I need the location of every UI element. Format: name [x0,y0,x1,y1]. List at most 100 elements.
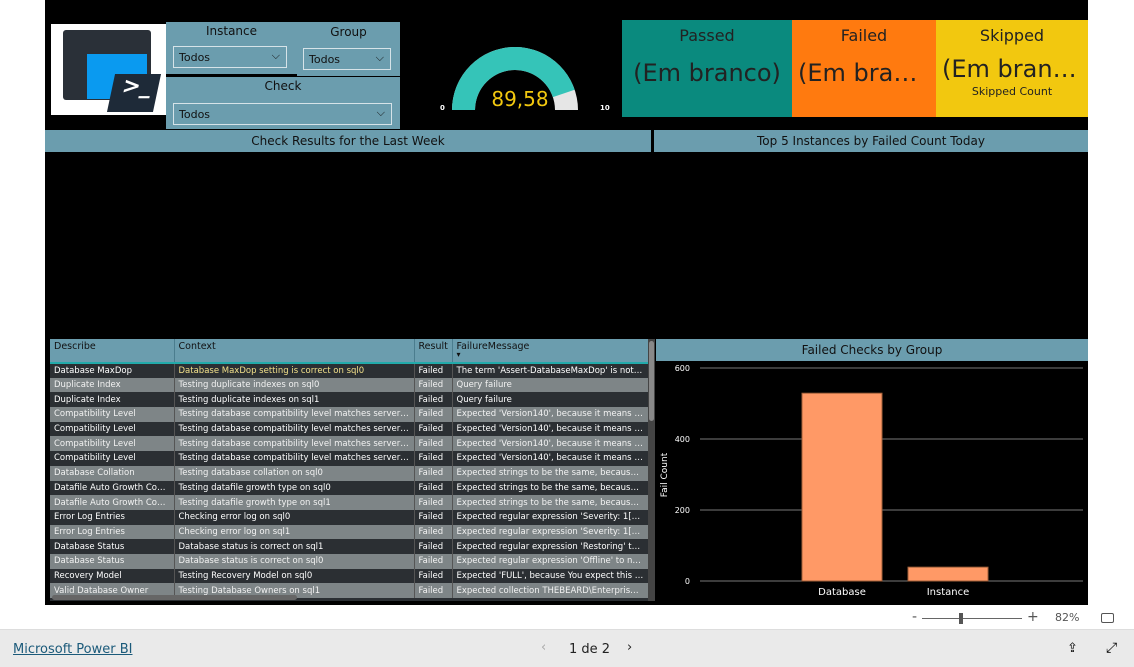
cell-failuremessage: Query failure [452,392,649,408]
cell-result: Failed [414,568,453,584]
cell-result: Failed [414,553,453,569]
cell-failuremessage: Expected 'Version140', because it means … [452,451,649,466]
cell-failuremessage: Expected collection THEBEARD\EnterpriseA… [452,583,649,598]
page-indicator: 1 de 2 [569,642,611,657]
cell-failuremessage: Expected regular expression 'Restoring' … [452,539,649,554]
cell-failuremessage: Expected 'FULL', because You expect this… [452,568,649,584]
cell-context: Testing database compatibility level mat… [174,421,415,437]
top5-header: Top 5 Instances by Failed Count Today [654,130,1088,152]
chevron-down-icon: ⌵ [375,51,384,64]
cell-describe: Duplicate Index [50,392,175,408]
column-header-context[interactable]: Context [174,339,415,364]
table-row[interactable]: Datafile Auto Growth Config... Testing da… [50,495,649,510]
cell-context: Testing database compatibility level mat… [174,436,415,452]
cell-describe: Database Status [50,553,175,569]
failed-by-group-chart: 0 200 400 600 Fail Count Database Instance [660,364,1083,598]
cell-describe: Compatibility Level [50,451,175,466]
group-dropdown-value: Todos [309,53,341,66]
column-header-describe[interactable]: Describe [50,339,175,364]
y-tick-label: 0 [685,577,690,586]
cell-result: Failed [414,539,453,554]
check-dropdown[interactable]: Todos ⌵ [173,103,392,125]
skipped-card: Skipped (Em branco) Skipped Count [936,20,1088,117]
passed-value: (Em branco) [633,59,781,87]
table-row[interactable]: Compatibility Level Testing database comp… [50,421,649,437]
cell-result: Failed [414,407,453,422]
cell-describe: Duplicate Index [50,377,175,393]
table-row[interactable]: Error Log Entries Checking error log on s… [50,524,649,540]
table-row[interactable]: Duplicate Index Testing duplicate indexes… [50,392,649,408]
fit-to-page-icon[interactable] [1101,613,1114,623]
column-header-result[interactable]: Result [414,339,453,364]
table-row[interactable]: Recovery Model Testing Recovery Model on … [50,568,649,584]
table-row[interactable]: Database Status Database status is correc… [50,539,649,554]
table-row[interactable]: Compatibility Level Testing database comp… [50,451,649,466]
prev-page-button[interactable]: ‹ [541,640,546,655]
results-table: Describe Context Result FailureMessage ▾ Dat… [50,339,655,601]
cell-result: Failed [414,465,453,481]
score-gauge: 0 100 89,58 [440,46,610,112]
cell-failuremessage: Expected regular expression 'Severity: 1… [452,509,649,525]
cell-describe: Compatibility Level [50,407,175,422]
cell-failuremessage: The term 'Assert-DatabaseMaxDop' is not … [452,363,649,378]
zoom-out-button[interactable]: - [912,609,917,625]
next-page-button[interactable]: › [627,640,632,655]
power-bi-link[interactable]: Microsoft Power BI [13,642,132,657]
cell-context: Testing Recovery Model on sql0 [174,568,415,584]
instance-slicer: Instance Todos ⌵ [166,22,297,74]
zoom-in-button[interactable]: + [1027,609,1039,625]
cell-describe: Database MaxDop [50,363,175,378]
week-results-header: Check Results for the Last Week [45,130,651,152]
table-row[interactable]: Database Status Database status is correc… [50,553,649,569]
table-row[interactable]: Database MaxDop Database MaxDop setting i… [50,363,649,378]
zoom-slider[interactable] [922,613,1022,624]
cell-context: Database status is correct on sql1 [174,539,415,554]
group-slicer: Group Todos ⌵ [297,22,400,76]
chevron-down-icon: ⌵ [376,106,385,119]
x-tick-label: Instance [927,587,970,598]
cell-describe: Compatibility Level [50,421,175,437]
horizontal-scrollbar[interactable] [52,595,297,600]
cell-failuremessage: Expected regular expression 'Offline' to… [452,553,649,569]
table-row[interactable]: Duplicate Index Testing duplicate indexes… [50,377,649,393]
y-axis-label: Fail Count [660,452,670,497]
cell-failuremessage: Expected 'Version140', because it means … [452,407,649,422]
cell-result: Failed [414,363,453,378]
check-slicer: Check Todos ⌵ [166,77,400,129]
share-icon[interactable]: ⇪ [1067,641,1078,656]
fullscreen-icon[interactable]: ⤢ [1106,640,1117,656]
instance-slicer-label: Instance [205,24,258,38]
cell-result: Failed [414,509,453,525]
cell-result: Failed [414,583,453,598]
cell-describe: Compatibility Level [50,436,175,452]
footer: Microsoft Power BI ‹ 1 de 2 › ⇪ ⤢ [0,630,1134,667]
gauge-max: 100 [600,104,610,112]
instance-dropdown[interactable]: Todos ⌵ [173,46,287,68]
cell-result: Failed [414,392,453,408]
bar-database[interactable] [801,392,883,582]
vertical-scrollbar[interactable] [648,339,655,601]
passed-title: Passed [679,26,735,45]
table-row[interactable]: Compatibility Level Testing database comp… [50,407,649,422]
table-row[interactable]: Database Collation Testing database colla… [50,465,649,481]
zoom-bar: - + 82% [0,605,1134,630]
table-row[interactable]: Error Log Entries Checking error log on s… [50,509,649,525]
table-row[interactable]: Compatibility Level Testing database comp… [50,436,649,452]
failed-card: Failed (Em branco) [792,20,936,117]
check-dropdown-value: Todos [179,108,211,121]
group-dropdown[interactable]: Todos ⌵ [303,48,391,70]
column-header-failuremessage[interactable]: FailureMessage ▾ [452,339,649,364]
instance-dropdown-value: Todos [179,51,211,64]
bar-instance[interactable] [907,566,989,582]
zoom-level: 82% [1055,611,1080,624]
sort-descending-icon[interactable]: ▾ [457,351,644,359]
table-row[interactable]: Datafile Auto Growth Config... Testing da… [50,480,649,496]
cell-failuremessage: Expected strings to be the same, because… [452,465,649,481]
zoom-slider-handle[interactable] [959,613,963,624]
cell-describe: Database Collation [50,465,175,481]
group-slicer-label: Group [330,25,367,39]
cell-context: Testing database collation on sql0 [174,465,415,481]
cell-context: Checking error log on sql1 [174,524,415,540]
cell-result: Failed [414,436,453,452]
cell-context: Testing database compatibility level mat… [174,407,415,422]
